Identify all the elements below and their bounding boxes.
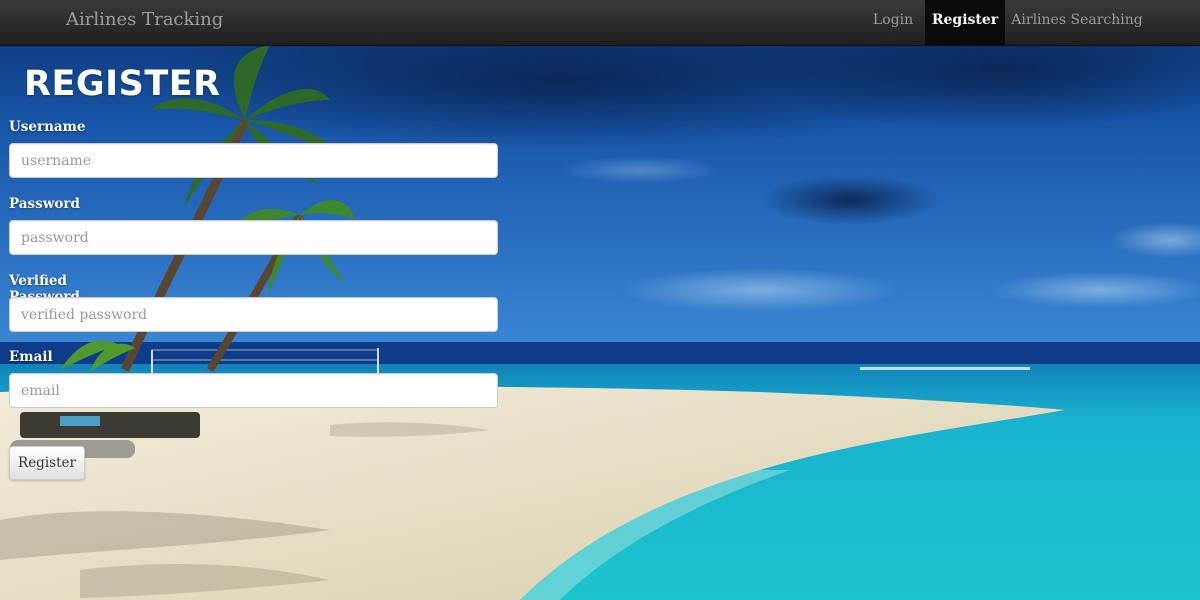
username-input[interactable] — [9, 143, 498, 178]
nav-login-link[interactable]: Login — [862, 0, 924, 45]
top-navbar: Airlines Tracking Login Register Airline… — [0, 0, 1200, 46]
verified-password-input[interactable] — [9, 297, 498, 332]
email-label: Email — [9, 349, 53, 365]
email-input[interactable] — [9, 373, 498, 408]
password-input[interactable] — [9, 220, 498, 255]
page-title: REGISTER — [24, 64, 221, 104]
username-label: Username — [9, 119, 86, 135]
nav-register-link[interactable]: Register — [925, 0, 1005, 45]
brand-link[interactable]: Airlines Tracking — [66, 9, 223, 30]
password-label: Password — [9, 196, 80, 212]
register-submit-button[interactable]: Register — [9, 446, 85, 480]
nav-airlines-searching-link[interactable]: Airlines Searching — [1006, 0, 1148, 45]
